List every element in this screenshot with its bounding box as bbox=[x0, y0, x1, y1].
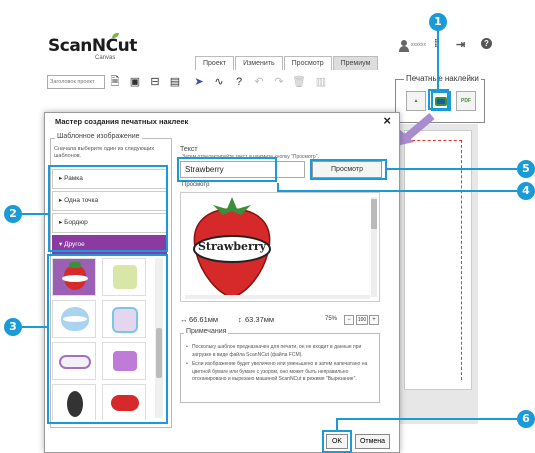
callout-3-line bbox=[22, 326, 47, 328]
preview-label-text: Strawberry bbox=[197, 240, 267, 253]
note-item: Если изображение будет увеличено или уме… bbox=[186, 361, 376, 384]
callout-6-line-b bbox=[336, 418, 338, 430]
callout-4: 4 bbox=[517, 182, 535, 200]
template-instruction: Сначала выберите один из следующих шабло… bbox=[54, 146, 155, 159]
callout-5-highlight bbox=[310, 159, 387, 180]
preview-h-scrollbar[interactable] bbox=[185, 295, 370, 299]
cancel-button[interactable]: Отмена bbox=[355, 434, 390, 449]
pdf-export-button[interactable]: PDF bbox=[456, 91, 476, 111]
save-icon[interactable]: ▣ bbox=[128, 75, 142, 89]
height-icon: ↕ bbox=[238, 315, 242, 324]
image-icon[interactable]: ▤ bbox=[168, 75, 182, 89]
tab-premium[interactable]: Премиум bbox=[332, 56, 379, 70]
callout-3-highlight bbox=[47, 254, 168, 424]
template-group-title: Шаблонное изображение bbox=[55, 133, 142, 140]
tab-edit[interactable]: Изменить bbox=[235, 56, 283, 70]
callout-2: 2 bbox=[4, 205, 22, 223]
project-title-input[interactable]: Заголовок проект bbox=[47, 75, 105, 89]
select-arrow-icon[interactable]: ➤ bbox=[192, 75, 206, 89]
zoom-in-button[interactable]: + bbox=[369, 315, 379, 325]
tab-project[interactable]: Проект bbox=[195, 56, 235, 70]
notes-group: Примечания Поскольку шаблон предназначен… bbox=[180, 328, 380, 403]
callout-1: 1 bbox=[429, 13, 447, 31]
width-value: 66.61мм bbox=[189, 315, 219, 324]
callout-6-line-a bbox=[337, 418, 517, 420]
callout-5-line bbox=[387, 168, 517, 170]
help-icon[interactable]: ? bbox=[481, 38, 492, 49]
callout-5: 5 bbox=[517, 160, 535, 178]
new-project-icon[interactable]: 🗎 bbox=[108, 75, 122, 89]
tab-view[interactable]: Просмотр bbox=[283, 56, 332, 70]
open-icon[interactable]: ⊟ bbox=[148, 75, 162, 89]
user-icon[interactable] bbox=[399, 40, 409, 52]
callout-1-highlight bbox=[428, 89, 449, 110]
undo-icon[interactable]: ↶ bbox=[252, 75, 266, 89]
callout-6: 6 bbox=[517, 410, 535, 428]
user-name: xxxxxx bbox=[411, 42, 426, 48]
preview-area: Strawberry bbox=[180, 192, 380, 302]
logout-icon[interactable]: ⇥ bbox=[456, 38, 465, 51]
callout-1-line bbox=[437, 31, 439, 91]
callout-4-highlight bbox=[177, 157, 277, 182]
edit-point-icon[interactable]: ? bbox=[232, 75, 246, 89]
toolbar: Заголовок проект 🗎 ▣ ⊟ ▤ ➤ ∿ ? ↶ ↷ 🗑 ▥ bbox=[44, 70, 344, 94]
more-icon[interactable]: ▥ bbox=[314, 75, 328, 89]
preview-v-thumb[interactable] bbox=[371, 199, 377, 229]
print-stickers-title: Печатные наклейки bbox=[404, 74, 481, 83]
callout-3: 3 bbox=[4, 318, 22, 336]
note-item: Поскольку шаблон предназначен для печати… bbox=[186, 344, 376, 359]
callout-2-line bbox=[22, 213, 48, 215]
draw-line-icon[interactable]: ∿ bbox=[212, 75, 226, 89]
dimension-bar: ↔ 66.61мм ↕ 63.37мм 75% − 100 + bbox=[180, 315, 380, 329]
zoom-out-button[interactable]: − bbox=[344, 315, 354, 325]
height-value: 63.37мм bbox=[245, 315, 275, 324]
image-sticker-button[interactable]: ▲ bbox=[406, 91, 426, 111]
mat-boundary bbox=[412, 140, 462, 380]
app-window: ScanNCut Canvas xxxxxx ⁞ ⇥ ? Проект Изме… bbox=[0, 0, 535, 453]
delete-icon[interactable]: 🗑 bbox=[292, 75, 306, 89]
width-icon: ↔ bbox=[180, 315, 188, 324]
zoom-level: 75% bbox=[325, 316, 338, 322]
redo-icon[interactable]: ↷ bbox=[272, 75, 286, 89]
app-logo-sub: Canvas bbox=[95, 55, 116, 61]
zoom-100-button[interactable]: 100 bbox=[356, 315, 368, 325]
callout-2-highlight bbox=[48, 165, 168, 252]
main-tabs: Проект Изменить Просмотр Премиум bbox=[195, 56, 379, 70]
app-logo: ScanNCut bbox=[48, 36, 137, 56]
callout-6-highlight bbox=[322, 430, 352, 453]
notes-title: Примечания bbox=[184, 328, 229, 335]
preview-v-scrollbar[interactable] bbox=[371, 197, 377, 297]
preview-title: Просмотр bbox=[182, 182, 210, 188]
text-group-title: Текст bbox=[180, 146, 198, 153]
close-icon[interactable]: × bbox=[383, 113, 391, 128]
dialog-title: Мастер создания печатных наклеек bbox=[55, 117, 189, 126]
